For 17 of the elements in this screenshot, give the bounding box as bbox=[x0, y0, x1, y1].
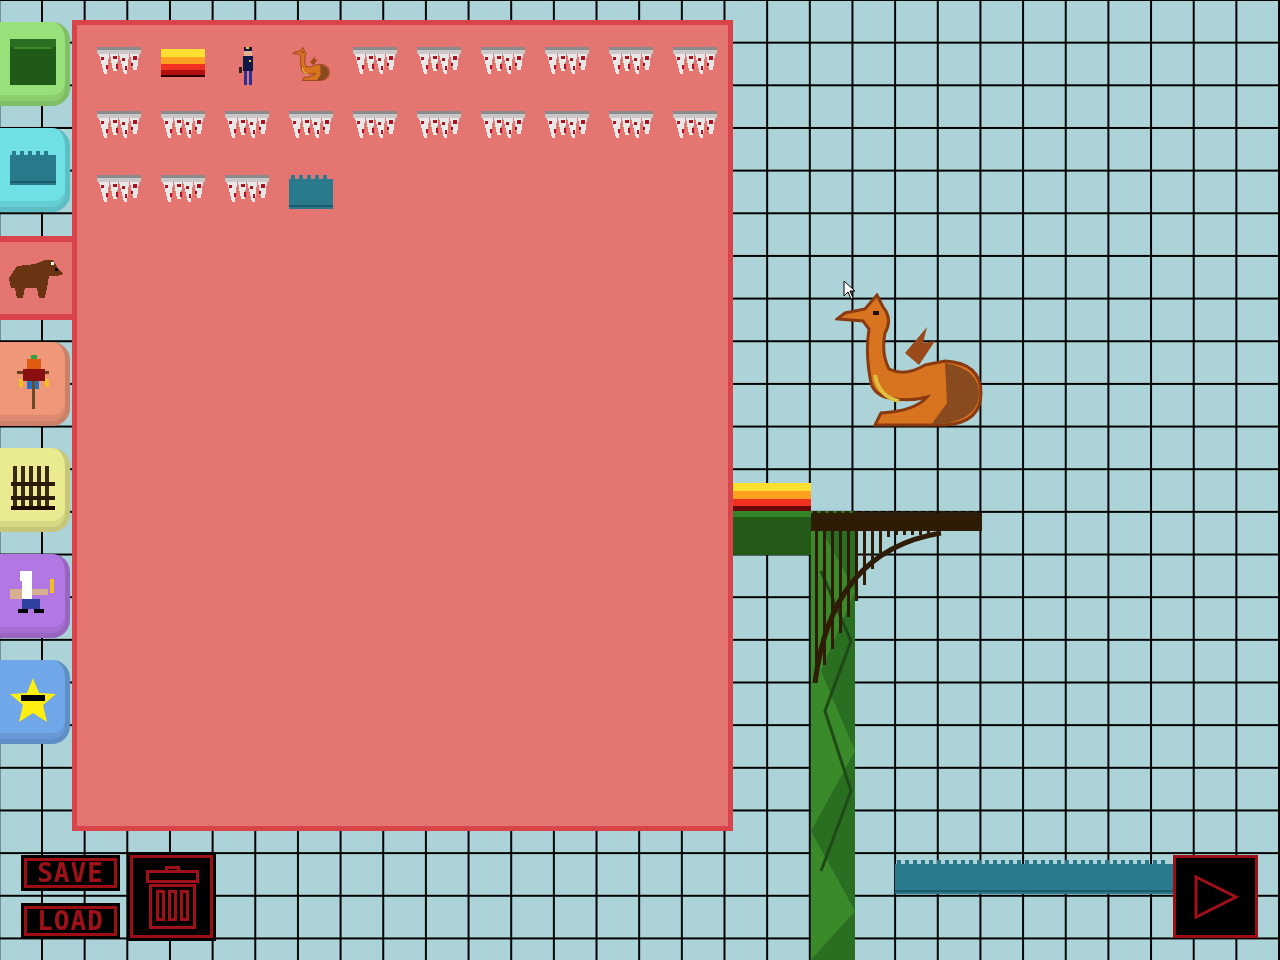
play-button[interactable] bbox=[1173, 855, 1258, 938]
star-with-sunglasses-icon bbox=[9, 677, 56, 722]
water-block-icon bbox=[289, 175, 333, 209]
dragon-icon bbox=[835, 293, 983, 427]
grass-block-icon bbox=[9, 38, 56, 85]
trash-button[interactable] bbox=[130, 855, 213, 938]
dragon-icon bbox=[292, 47, 330, 81]
load-button[interactable]: LOAD bbox=[21, 903, 120, 939]
fence-gate-icon bbox=[10, 465, 55, 510]
lava-block-icon bbox=[161, 47, 205, 77]
guard-figure-icon bbox=[239, 47, 255, 85]
save-button[interactable]: SAVE bbox=[21, 855, 120, 891]
water-block-icon bbox=[895, 860, 1173, 894]
mouse-cursor-icon bbox=[843, 280, 857, 300]
bear-icon bbox=[7, 258, 65, 298]
water-block-icon bbox=[9, 150, 56, 185]
trash-icon bbox=[144, 864, 199, 929]
